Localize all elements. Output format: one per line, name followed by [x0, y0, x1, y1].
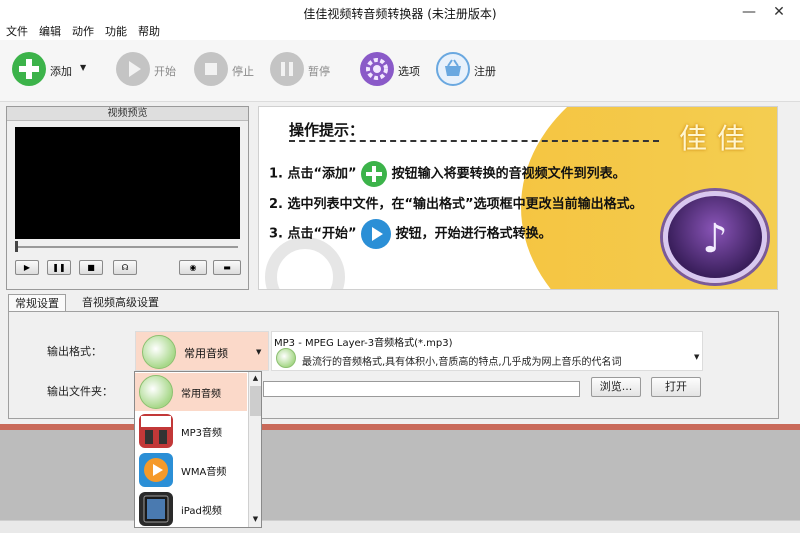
register-label: 注册 — [474, 65, 496, 78]
pause-button[interactable]: 暂停 — [270, 52, 334, 86]
pause-label: 暂停 — [308, 65, 330, 78]
seek-track[interactable] — [15, 246, 238, 248]
headphone-icon: ☊ — [121, 263, 129, 272]
pause-icon — [270, 52, 304, 86]
dropdown-item-wma[interactable]: WMA音频 — [135, 451, 247, 489]
chevron-down-icon: ▼ — [694, 353, 700, 361]
scroll-thumb[interactable] — [250, 386, 261, 416]
minimize-button[interactable]: — — [734, 3, 764, 21]
plus-icon — [12, 52, 46, 86]
banner-divider — [289, 140, 659, 142]
pause-icon: ❚❚ — [52, 263, 66, 272]
horizontal-scrollbar[interactable] — [0, 520, 800, 533]
options-label: 选项 — [398, 65, 420, 78]
dropdown-item-label: iPad视频 — [181, 506, 222, 517]
open-folder-button[interactable]: 打开 — [651, 377, 701, 397]
format-description: 最流行的音频格式,具有体积小,音质高的特点,几乎成为网上音乐的代名词 — [302, 357, 622, 368]
folder-icon: ▬ — [223, 263, 231, 272]
hint-banner: 佳佳 操作提示： 1. 点击“添加” 按钮输入将要转换的音视频文件到列表。 2.… — [258, 106, 778, 290]
tab-advanced[interactable]: 音视频高级设置 — [76, 294, 165, 312]
play-icon — [116, 52, 150, 86]
close-button[interactable]: ✕ — [764, 3, 794, 21]
menu-file[interactable]: 文件 — [6, 24, 28, 40]
banner-title: 操作提示： — [289, 121, 365, 139]
menu-function[interactable]: 功能 — [105, 24, 127, 40]
step-1: 1. 点击“添加” 按钮输入将要转换的音视频文件到列表。 — [269, 161, 626, 187]
stop-icon: ■ — [87, 263, 95, 272]
start-label: 开始 — [154, 65, 176, 78]
dropdown-item-common-audio[interactable]: 常用音频 — [135, 373, 247, 411]
toolbar: 添加 ▼ 开始 停止 暂停 选项 注册 — [0, 40, 800, 102]
play-icon: ▶ — [23, 263, 31, 272]
dropdown-scrollbar[interactable]: ▲ ▼ — [248, 372, 261, 527]
step-2: 2. 选中列表中文件，在“输出格式”选项框中更改当前输出格式。 — [269, 197, 643, 212]
media-player-icon — [139, 453, 173, 487]
plus-icon — [361, 161, 388, 187]
dropdown-item-label: 常用音频 — [181, 389, 221, 400]
music-note-icon: ♪ — [702, 216, 728, 262]
music-orb-icon: ♪ — [663, 191, 767, 283]
preview-title: 视频预览 — [7, 107, 248, 121]
audio-disc-icon — [276, 348, 296, 368]
settings-tabs: 常规设置 音视频高级设置 — [8, 294, 788, 312]
output-folder-input[interactable] — [263, 381, 580, 397]
file-list-area[interactable] — [0, 430, 800, 520]
preview-play-button[interactable]: ▶ — [15, 260, 39, 275]
stop-button[interactable]: 停止 — [194, 52, 258, 86]
open-snapshot-folder-button[interactable]: ▬ — [213, 260, 241, 275]
options-button[interactable]: 选项 — [360, 52, 424, 86]
step-3: 3. 点击“开始” 按钮，开始进行格式转换。 — [269, 219, 552, 249]
audio-disc-icon — [142, 335, 176, 369]
scroll-up-icon[interactable]: ▲ — [250, 373, 261, 384]
browse-button[interactable]: 浏览... — [591, 377, 641, 397]
basket-icon — [436, 52, 470, 86]
output-format-label: 输出格式： — [47, 345, 102, 358]
snapshot-button[interactable]: ◉ — [179, 260, 207, 275]
menu-bar: 文件 编辑 动作 功能 帮助 — [0, 24, 800, 40]
gear-icon — [360, 52, 394, 86]
add-button[interactable]: 添加 ▼ — [12, 52, 90, 86]
format-category-select[interactable]: 常用音频 ▼ — [135, 331, 269, 371]
dropdown-arrow-icon[interactable]: ▼ — [80, 63, 86, 72]
format-category-dropdown: 常用音频 MP3音频 WMA音频 iPad视频 ▲ ▼ — [134, 371, 262, 528]
register-button[interactable]: 注册 — [436, 52, 500, 86]
output-folder-label: 输出文件夹： — [47, 385, 113, 398]
menu-action[interactable]: 动作 — [72, 24, 94, 40]
ipad-icon — [139, 492, 173, 526]
format-name: MP3 - MPEG Layer-3音频格式(*.mp3) — [274, 338, 453, 349]
start-button[interactable]: 开始 — [116, 52, 180, 86]
camera-icon: ◉ — [189, 263, 197, 272]
video-screen — [15, 127, 240, 239]
menu-help[interactable]: 帮助 — [138, 24, 160, 40]
scroll-down-icon[interactable]: ▼ — [250, 514, 261, 525]
title-bar: 佳佳视频转音频转换器 (未注册版本) — ✕ — [0, 0, 800, 24]
seek-thumb[interactable] — [15, 241, 18, 252]
video-preview-panel: 视频预览 ▶ ❚❚ ■ ☊ ◉ ▬ — [6, 106, 249, 290]
preview-volume-button[interactable]: ☊ — [113, 260, 137, 275]
brand-logo-text: 佳佳 — [679, 122, 756, 155]
add-label: 添加 — [50, 65, 72, 78]
dropdown-item-label: MP3音频 — [181, 428, 223, 439]
stop-icon — [194, 52, 228, 86]
audio-disc-icon — [139, 375, 173, 409]
tab-general[interactable]: 常规设置 — [8, 294, 66, 312]
chevron-down-icon: ▼ — [256, 348, 262, 356]
preview-pause-button[interactable]: ❚❚ — [47, 260, 71, 275]
preview-stop-button[interactable]: ■ — [79, 260, 103, 275]
settings-panel: 输出格式： 输出文件夹： 常用音频 ▼ MP3 - MPEG Layer-3音频… — [8, 311, 779, 419]
play-icon — [361, 219, 392, 249]
window-title: 佳佳视频转音频转换器 (未注册版本) — [303, 7, 497, 21]
format-select[interactable]: MP3 - MPEG Layer-3音频格式(*.mp3) 最流行的音频格式,具… — [271, 331, 703, 371]
format-category-value: 常用音频 — [184, 347, 228, 360]
dropdown-item-ipad[interactable]: iPad视频 — [135, 490, 247, 527]
dropdown-item-mp3[interactable]: MP3音频 — [135, 412, 247, 450]
mp3-headphone-icon — [139, 414, 173, 448]
menu-edit[interactable]: 编辑 — [39, 24, 61, 40]
stop-label: 停止 — [232, 65, 254, 78]
dropdown-item-label: WMA音频 — [181, 467, 227, 478]
